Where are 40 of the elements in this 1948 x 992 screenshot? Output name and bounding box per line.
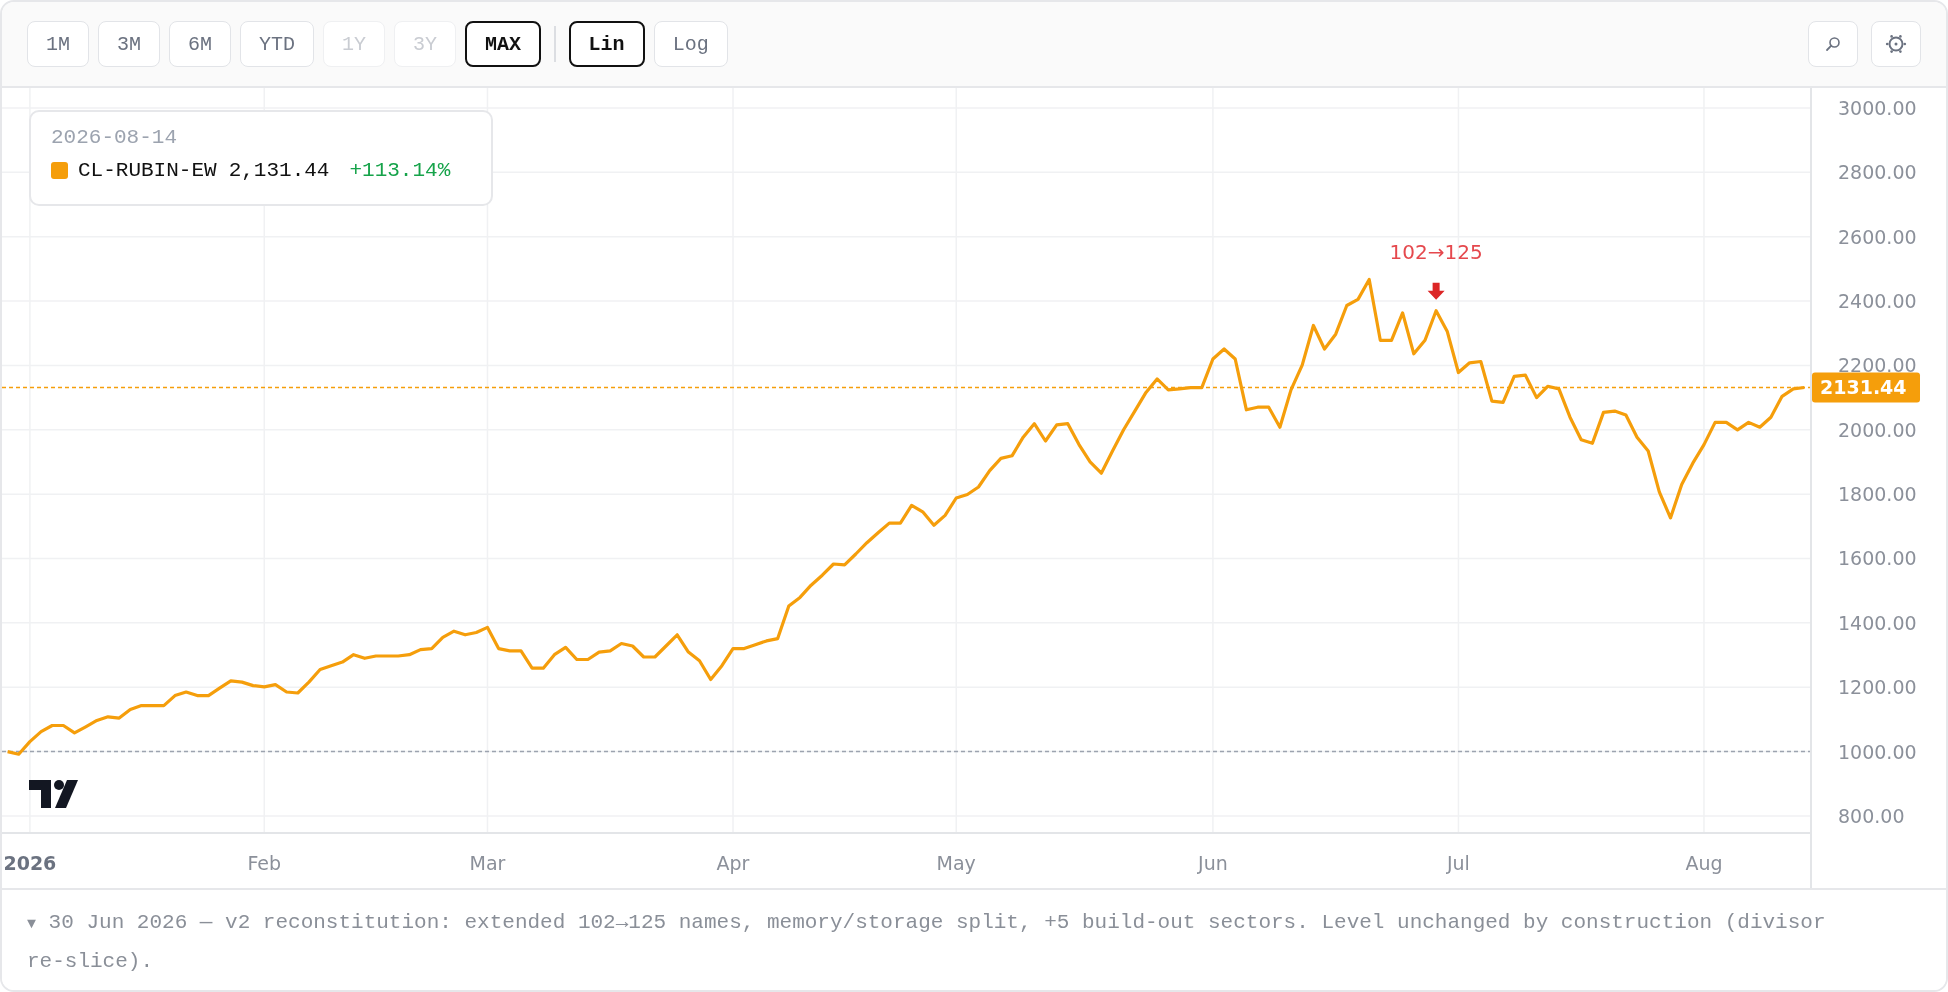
logo-icon (29, 780, 78, 808)
range-button[interactable]: YTD (240, 21, 315, 67)
note-text: ▼ 30 Jun 2026 — v2 reconstitution: extended 102→125 names, memory/storage split, +5 build-out sectors. Level unchanged by construction (divisor re-slice). (27, 910, 1827, 975)
ref-line-label: 2131.44 (1820, 376, 1907, 399)
y-axis-label: 2400.00 (1838, 290, 1917, 313)
x-axis-label: May (936, 852, 976, 874)
x-axis-label: Aug (1685, 852, 1723, 874)
series-name: CL-RUBIN-EW (78, 159, 217, 182)
x-axis-label: Mar (469, 852, 506, 874)
series-value: 2,131.44 (228, 159, 330, 182)
x-axis-label: Jun (1198, 852, 1228, 874)
y-axis-label: 1200.00 (1838, 676, 1917, 699)
y-axis-label: 2000.00 (1838, 418, 1917, 441)
y-axis-label: 1000.00 (1838, 740, 1917, 763)
x-axis-label: Feb (247, 852, 282, 874)
range-button[interactable]: 3M (98, 21, 161, 67)
settings-button[interactable] (1871, 21, 1921, 67)
range-button[interactable]: MAX (465, 21, 542, 67)
x-axis-label: 2026 (3, 852, 57, 874)
y-axis-label: 800.00 (1838, 804, 1905, 827)
settings-icon (1885, 33, 1907, 55)
y-axis-label: 3000.00 (1838, 96, 1917, 119)
range-button[interactable]: 1M (27, 21, 89, 67)
x-axis-label: Apr (716, 852, 750, 874)
marker-label: 102→125 (1389, 239, 1483, 264)
y-axis-label: 1600.00 (1838, 547, 1917, 570)
x-axis-label: Jul (1447, 852, 1470, 874)
scale-button[interactable]: Lin (568, 21, 645, 67)
search-icon (1825, 36, 1841, 52)
y-axis-label: 1400.00 (1838, 611, 1917, 634)
range-button[interactable]: 6M (169, 21, 232, 67)
y-axis-label: 2800.00 (1838, 161, 1917, 184)
y-axis-label: 2600.00 (1838, 225, 1917, 248)
down-arrow-icon (1427, 282, 1445, 300)
y-axis-label: 1800.00 (1838, 483, 1917, 506)
price-badge: 2131.44 (1812, 372, 1920, 403)
series-change: +113.14% (349, 159, 451, 182)
search-button[interactable] (1808, 21, 1858, 67)
scale-button[interactable]: Log (653, 21, 728, 67)
legend-date: 2026-08-14 (51, 126, 179, 149)
